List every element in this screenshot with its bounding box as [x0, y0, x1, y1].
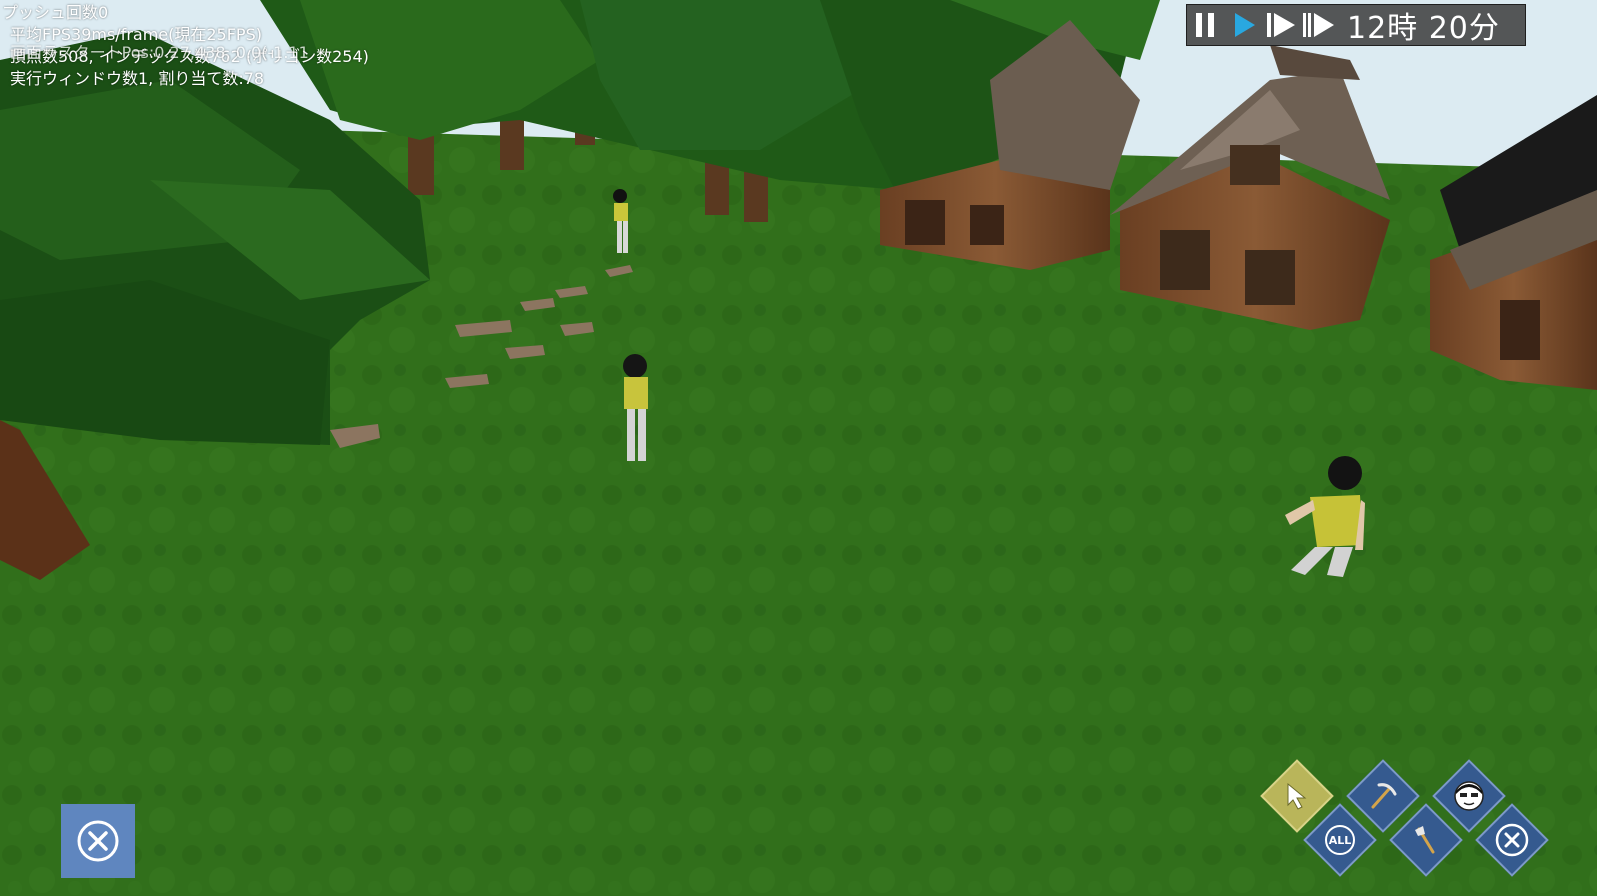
fastest-forward-icon	[1303, 13, 1334, 37]
game-world-view[interactable]	[0, 0, 1597, 896]
close-button[interactable]	[61, 804, 135, 878]
all-icon: ALL	[1325, 825, 1355, 855]
character-face-icon	[1454, 781, 1484, 811]
pause-button[interactable]	[1187, 5, 1225, 45]
fastest-forward-button[interactable]	[1301, 5, 1339, 45]
tree-trunk	[705, 160, 729, 215]
tree-trunk	[408, 135, 434, 195]
pause-icon	[1196, 13, 1214, 37]
debug-overlay: プッシュ回数0 平均FPS39ms/frame(現在25FPS) 画面ラスタート…	[2, 2, 369, 90]
close-icon	[77, 820, 119, 862]
debug-raycast-pos: 画面ラスタートPos:0.27,438, 0.0(-1.11	[10, 43, 309, 62]
debug-push-count: プッシュ回数0	[2, 3, 109, 22]
close-icon	[1495, 823, 1529, 857]
fast-forward-button[interactable]	[1263, 5, 1301, 45]
fast-forward-icon	[1267, 13, 1295, 37]
debug-window-count: 実行ウィンドウ数1, 割り当て数:78	[10, 69, 265, 88]
play-button[interactable]	[1225, 5, 1263, 45]
play-icon	[1235, 13, 1255, 37]
axe-icon	[1415, 826, 1435, 854]
game-time: 12時 20分	[1347, 11, 1500, 46]
time-control-panel: 12時 20分	[1186, 4, 1526, 46]
pickaxe-icon	[1371, 783, 1397, 809]
select-cursor-icon	[1287, 782, 1307, 810]
